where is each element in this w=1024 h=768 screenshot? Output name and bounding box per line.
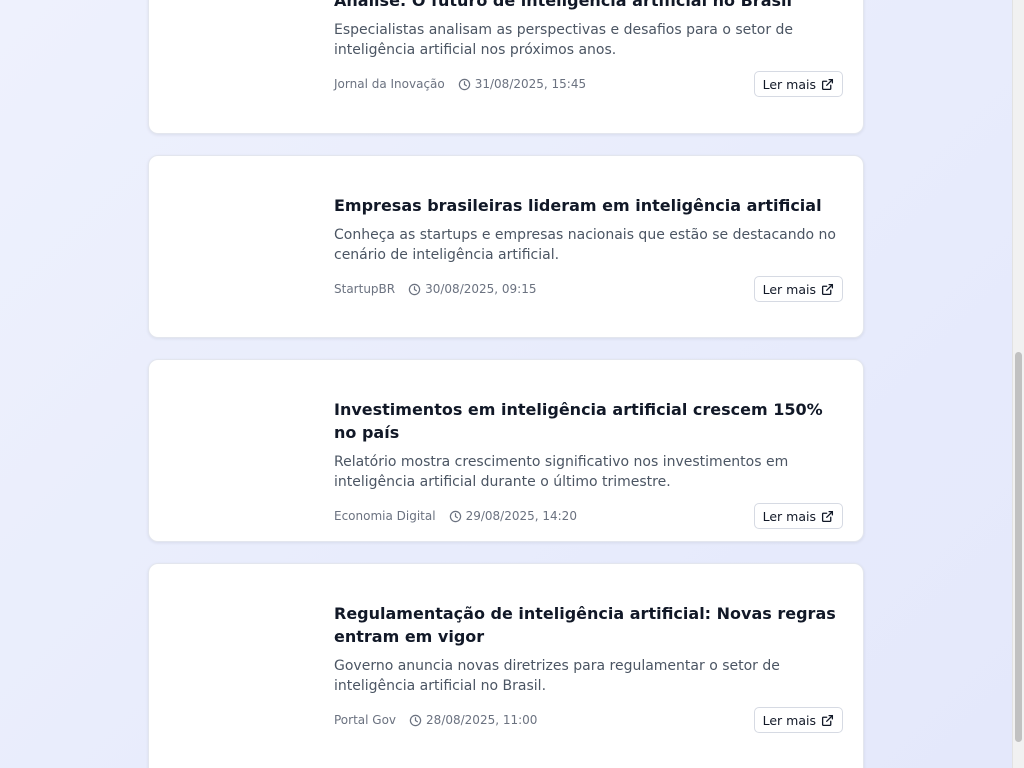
news-title[interactable]: Empresas brasileiras lideram em inteligê… [334,194,843,217]
news-meta: Economia Digital 29/08/2025, 14:20 [334,503,577,529]
news-summary: Especialistas analisam as perspectivas e… [334,22,794,58]
news-source: Portal Gov [334,713,397,727]
news-title[interactable]: Investimentos em inteligência artificial… [334,398,843,444]
read-more-label: Ler mais [762,508,816,524]
news-content: Análise: O futuro de inteligência artifi… [334,0,843,97]
news-summary: Governo anuncia novas diretrizes para re… [334,658,780,694]
read-more-label: Ler mais [762,76,816,92]
news-summary: Relatório mostra crescimento significati… [334,454,789,490]
clock-icon [458,78,470,90]
scrollbar-thumb[interactable] [1015,352,1022,742]
vertical-scrollbar[interactable] [1012,0,1024,768]
news-summary: Conheça as startups e empresas nacionais… [334,227,836,263]
news-source: Economia Digital [334,509,436,523]
news-thumbnail [161,168,321,325]
read-more-label: Ler mais [762,281,816,297]
read-more-button[interactable]: Ler mais [753,276,843,302]
clock-icon [449,510,461,522]
news-meta-row: StartupBR 30/08/2025, 09:15 Ler mais [334,276,843,302]
read-more-button[interactable]: Ler mais [753,71,843,97]
news-card: Investimentos em inteligência artificial… [148,359,864,542]
news-meta: Jornal da Inovação 31/08/2025, 15:45 [334,71,586,97]
news-thumbnail [161,0,321,121]
news-content: Investimentos em inteligência artificial… [334,398,843,529]
external-link-icon [821,78,834,90]
news-timestamp: 31/08/2025, 15:45 [458,77,586,91]
news-source: StartupBR [334,282,396,296]
news-card: Empresas brasileiras lideram em inteligê… [148,155,864,338]
news-content: Regulamentação de inteligência artificia… [334,602,843,733]
news-meta-row: Economia Digital 29/08/2025, 14:20 Ler m… [334,503,843,529]
clock-icon [409,714,422,726]
news-meta: Portal Gov 28/08/2025, 11:00 [334,707,537,733]
news-datetime: 28/08/2025, 11:00 [426,713,538,727]
news-source: Jornal da Inovação [334,77,445,91]
news-card: Análise: O futuro de inteligência artifi… [148,0,864,134]
news-title[interactable]: Análise: O futuro de inteligência artifi… [334,0,843,12]
news-thumbnail [161,576,321,768]
clock-icon [408,283,421,295]
news-card: Regulamentação de inteligência artificia… [148,563,864,768]
read-more-button[interactable]: Ler mais [753,503,843,529]
read-more-label: Ler mais [762,712,816,728]
news-timestamp: 30/08/2025, 09:15 [408,282,536,296]
news-meta-row: Portal Gov 28/08/2025, 11:00 Ler mais [334,707,843,733]
news-datetime: 31/08/2025, 15:45 [474,77,587,91]
news-thumbnail [161,372,321,529]
news-timestamp: 28/08/2025, 11:00 [409,713,537,727]
news-datetime: 30/08/2025, 09:15 [425,282,537,296]
external-link-icon [821,510,834,522]
news-datetime: 29/08/2025, 14:20 [465,509,577,523]
read-more-button[interactable]: Ler mais [753,707,843,733]
external-link-icon [821,283,834,295]
news-content: Empresas brasileiras lideram em inteligê… [334,194,843,302]
news-meta-row: Jornal da Inovação 31/08/2025, 15:45 Ler… [334,71,843,97]
news-title[interactable]: Regulamentação de inteligência artificia… [334,602,843,648]
external-link-icon [821,714,834,726]
news-meta: StartupBR 30/08/2025, 09:15 [334,276,536,302]
news-timestamp: 29/08/2025, 14:20 [449,509,577,523]
